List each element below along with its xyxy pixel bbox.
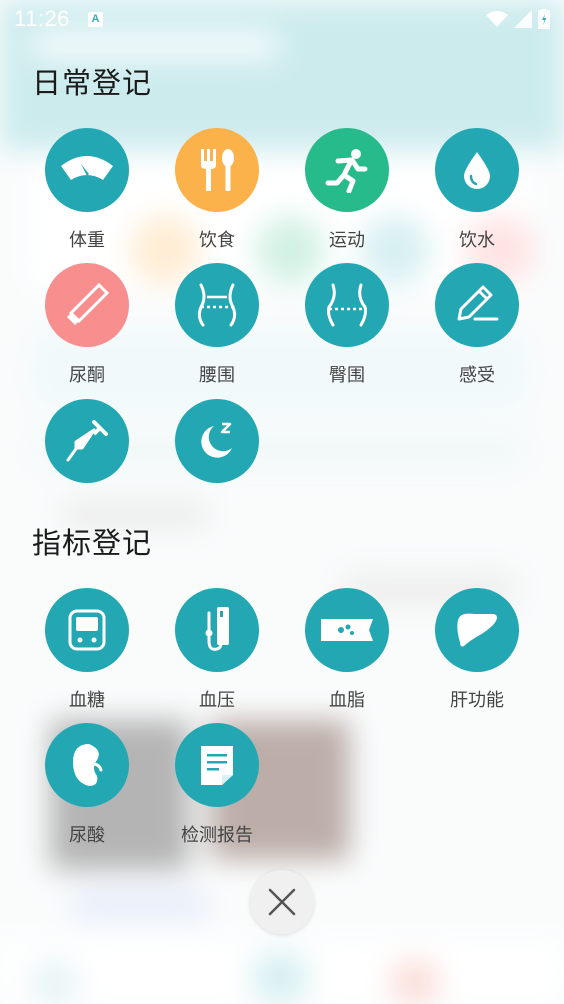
item-label: 尿酮 bbox=[69, 365, 105, 386]
item-exercise[interactable]: 运动 bbox=[282, 128, 412, 258]
item-label: 运动 bbox=[329, 230, 365, 251]
battery-icon bbox=[538, 9, 550, 29]
item-label: 血糖 bbox=[69, 690, 105, 711]
item-label: 尿酸 bbox=[69, 825, 105, 846]
report-icon bbox=[201, 746, 233, 785]
item-injection[interactable] bbox=[22, 399, 152, 529]
blood-lipid-circle bbox=[305, 588, 389, 672]
water-drop-icon bbox=[464, 152, 490, 189]
item-label: 饮水 bbox=[459, 230, 495, 251]
item-label: 血脂 bbox=[329, 690, 365, 711]
item-hip[interactable]: 臀围 bbox=[282, 263, 412, 393]
status-time: 11:26 bbox=[14, 6, 70, 31]
test-strip-icon bbox=[67, 283, 109, 325]
notification-icon: A bbox=[87, 11, 103, 27]
section-title-daily: 日常登记 bbox=[32, 66, 153, 100]
item-feeling[interactable]: 感受 bbox=[412, 263, 542, 393]
test-report-circle bbox=[175, 723, 259, 807]
item-label: 感受 bbox=[459, 365, 495, 386]
hip-circle bbox=[305, 263, 389, 347]
item-waist[interactable]: 腰围 bbox=[152, 263, 282, 393]
blood-glucose-circle bbox=[45, 588, 129, 672]
hip-icon bbox=[327, 283, 367, 327]
item-label: 臀围 bbox=[329, 365, 365, 386]
liver-icon bbox=[457, 613, 497, 647]
item-test-report[interactable]: 检测报告 bbox=[152, 723, 282, 853]
kidney-icon bbox=[73, 744, 103, 786]
scale-icon bbox=[61, 156, 113, 180]
pencil-note-icon bbox=[457, 285, 499, 321]
waist-circle bbox=[175, 263, 259, 347]
item-label: 血压 bbox=[199, 690, 235, 711]
item-water[interactable]: 饮水 bbox=[412, 128, 542, 258]
blood-vessel-icon bbox=[321, 619, 373, 641]
item-label: 肝功能 bbox=[450, 690, 504, 711]
quick-record-panel: 日常登记 体重 饮食 运动 饮水 尿酮 腰围 臀围 感受 指标登记 血糖 血压 … bbox=[0, 0, 564, 1004]
section-title-indicators: 指标登记 bbox=[32, 526, 153, 560]
diet-circle bbox=[175, 128, 259, 212]
blood-pressure-circle bbox=[175, 588, 259, 672]
status-bar: 11:26 A bbox=[0, 0, 564, 38]
item-sleep[interactable] bbox=[152, 399, 282, 529]
running-icon bbox=[325, 149, 368, 193]
item-label: 检测报告 bbox=[181, 825, 253, 846]
glucose-meter-icon bbox=[68, 609, 106, 651]
item-liver-function[interactable]: 肝功能 bbox=[412, 588, 542, 718]
signal-icon bbox=[514, 10, 532, 28]
item-uric-acid[interactable]: 尿酸 bbox=[22, 723, 152, 853]
item-diet[interactable]: 饮食 bbox=[152, 128, 282, 258]
close-button[interactable] bbox=[250, 870, 314, 934]
wifi-icon bbox=[486, 11, 508, 27]
item-blood-pressure[interactable]: 血压 bbox=[152, 588, 282, 718]
sleep-circle bbox=[175, 399, 259, 483]
item-blood-lipid[interactable]: 血脂 bbox=[282, 588, 412, 718]
water-circle bbox=[435, 128, 519, 212]
syringe-icon bbox=[66, 420, 108, 462]
sleep-moon-icon bbox=[201, 422, 232, 458]
item-label: 腰围 bbox=[199, 365, 235, 386]
feeling-circle bbox=[435, 263, 519, 347]
item-urine-ketone[interactable]: 尿酮 bbox=[22, 263, 152, 393]
close-icon bbox=[268, 888, 296, 916]
liver-function-circle bbox=[435, 588, 519, 672]
weight-circle bbox=[45, 128, 129, 212]
injection-circle bbox=[45, 399, 129, 483]
item-label: 饮食 bbox=[199, 230, 235, 251]
blood-pressure-icon bbox=[205, 607, 229, 651]
item-label: 体重 bbox=[69, 230, 105, 251]
urine-ketone-circle bbox=[45, 263, 129, 347]
fork-spoon-icon bbox=[201, 149, 234, 191]
item-weight[interactable]: 体重 bbox=[22, 128, 152, 258]
uric-acid-circle bbox=[45, 723, 129, 807]
exercise-circle bbox=[305, 128, 389, 212]
waist-icon bbox=[197, 283, 237, 327]
item-blood-glucose[interactable]: 血糖 bbox=[22, 588, 152, 718]
